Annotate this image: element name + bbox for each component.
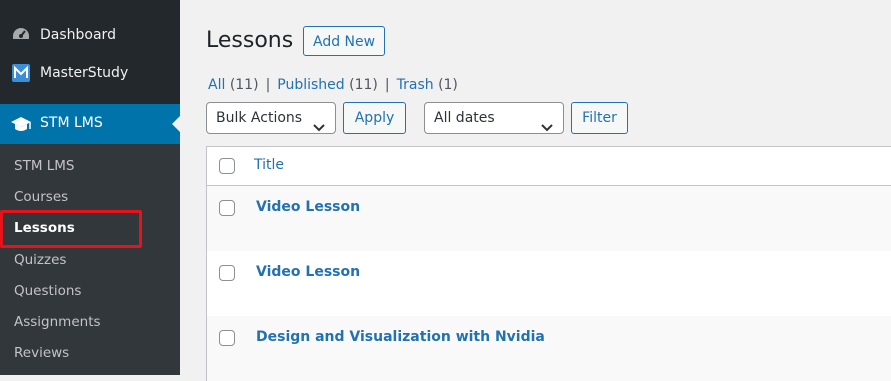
column-header-title[interactable]: Title — [254, 157, 284, 173]
submenu-item-courses[interactable]: Courses — [14, 189, 68, 205]
submenu-item-questions[interactable]: Questions — [14, 283, 81, 299]
row-title-link[interactable]: Video Lesson — [256, 264, 360, 280]
view-count: (1) — [438, 77, 458, 93]
separator: | — [384, 77, 390, 93]
view-count: (11) — [229, 77, 259, 93]
menu-item-dashboard[interactable]: Dashboard — [0, 16, 180, 54]
row-checkbox[interactable] — [219, 200, 235, 216]
apply-button[interactable]: Apply — [343, 102, 406, 134]
lessons-highlight-box — [0, 210, 142, 248]
row-checkbox[interactable] — [219, 265, 235, 281]
add-new-button[interactable]: Add New — [303, 26, 386, 56]
submenu-item-assignments[interactable]: Assignments — [14, 314, 101, 330]
view-trash-link[interactable]: Trash (1) — [397, 77, 458, 93]
view-published-link[interactable]: Published (11) — [277, 77, 378, 93]
chevron-down-icon — [313, 113, 325, 132]
post-status-filter: All (11) | Published (11) | Trash (1) — [208, 77, 458, 93]
bulk-actions-select[interactable]: Bulk Actions — [206, 102, 336, 134]
bulk-actions-value: Bulk Actions — [216, 110, 303, 126]
select-all-checkbox[interactable] — [219, 158, 235, 174]
submenu: STM LMS Courses Lessons Quizzes Question… — [0, 144, 180, 375]
menu-item-label: STM LMS — [40, 115, 103, 131]
menu-item-label: MasterStudy — [40, 65, 129, 81]
view-all-link[interactable]: All (11) — [208, 77, 259, 93]
table-row: Video Lesson — [206, 186, 891, 251]
menu-item-masterstudy[interactable]: MasterStudy — [0, 54, 180, 92]
table-row: Video Lesson — [206, 251, 891, 316]
date-filter-value: All dates — [434, 110, 495, 126]
graduation-cap-icon — [10, 114, 32, 134]
view-count: (11) — [349, 77, 378, 93]
masterstudy-logo-icon — [11, 63, 31, 83]
page-title: Lessons — [206, 28, 294, 53]
submenu-item-quizzes[interactable]: Quizzes — [14, 252, 66, 268]
table-row: Design and Visualization with Nvidia — [206, 316, 891, 381]
filter-button[interactable]: Filter — [571, 102, 628, 134]
submenu-item-stm-lms[interactable]: STM LMS — [14, 158, 75, 174]
chevron-down-icon — [541, 113, 553, 132]
admin-sidebar: Dashboard MasterStudy STM LMS STM LMS Co… — [0, 0, 180, 375]
row-checkbox[interactable] — [219, 330, 235, 346]
separator: | — [265, 77, 271, 93]
submenu-item-reviews[interactable]: Reviews — [14, 345, 69, 361]
table-header: Title — [206, 146, 891, 186]
dashboard-icon — [11, 25, 31, 45]
menu-item-stm-lms[interactable]: STM LMS — [0, 104, 180, 144]
row-title-link[interactable]: Design and Visualization with Nvidia — [256, 329, 545, 345]
menu-item-label: Dashboard — [40, 27, 116, 43]
current-menu-arrow — [172, 116, 180, 132]
lessons-table: Title Video Lesson Video Lesson Design a… — [206, 146, 891, 381]
date-filter-select[interactable]: All dates — [424, 102, 564, 134]
row-title-link[interactable]: Video Lesson — [256, 199, 360, 215]
